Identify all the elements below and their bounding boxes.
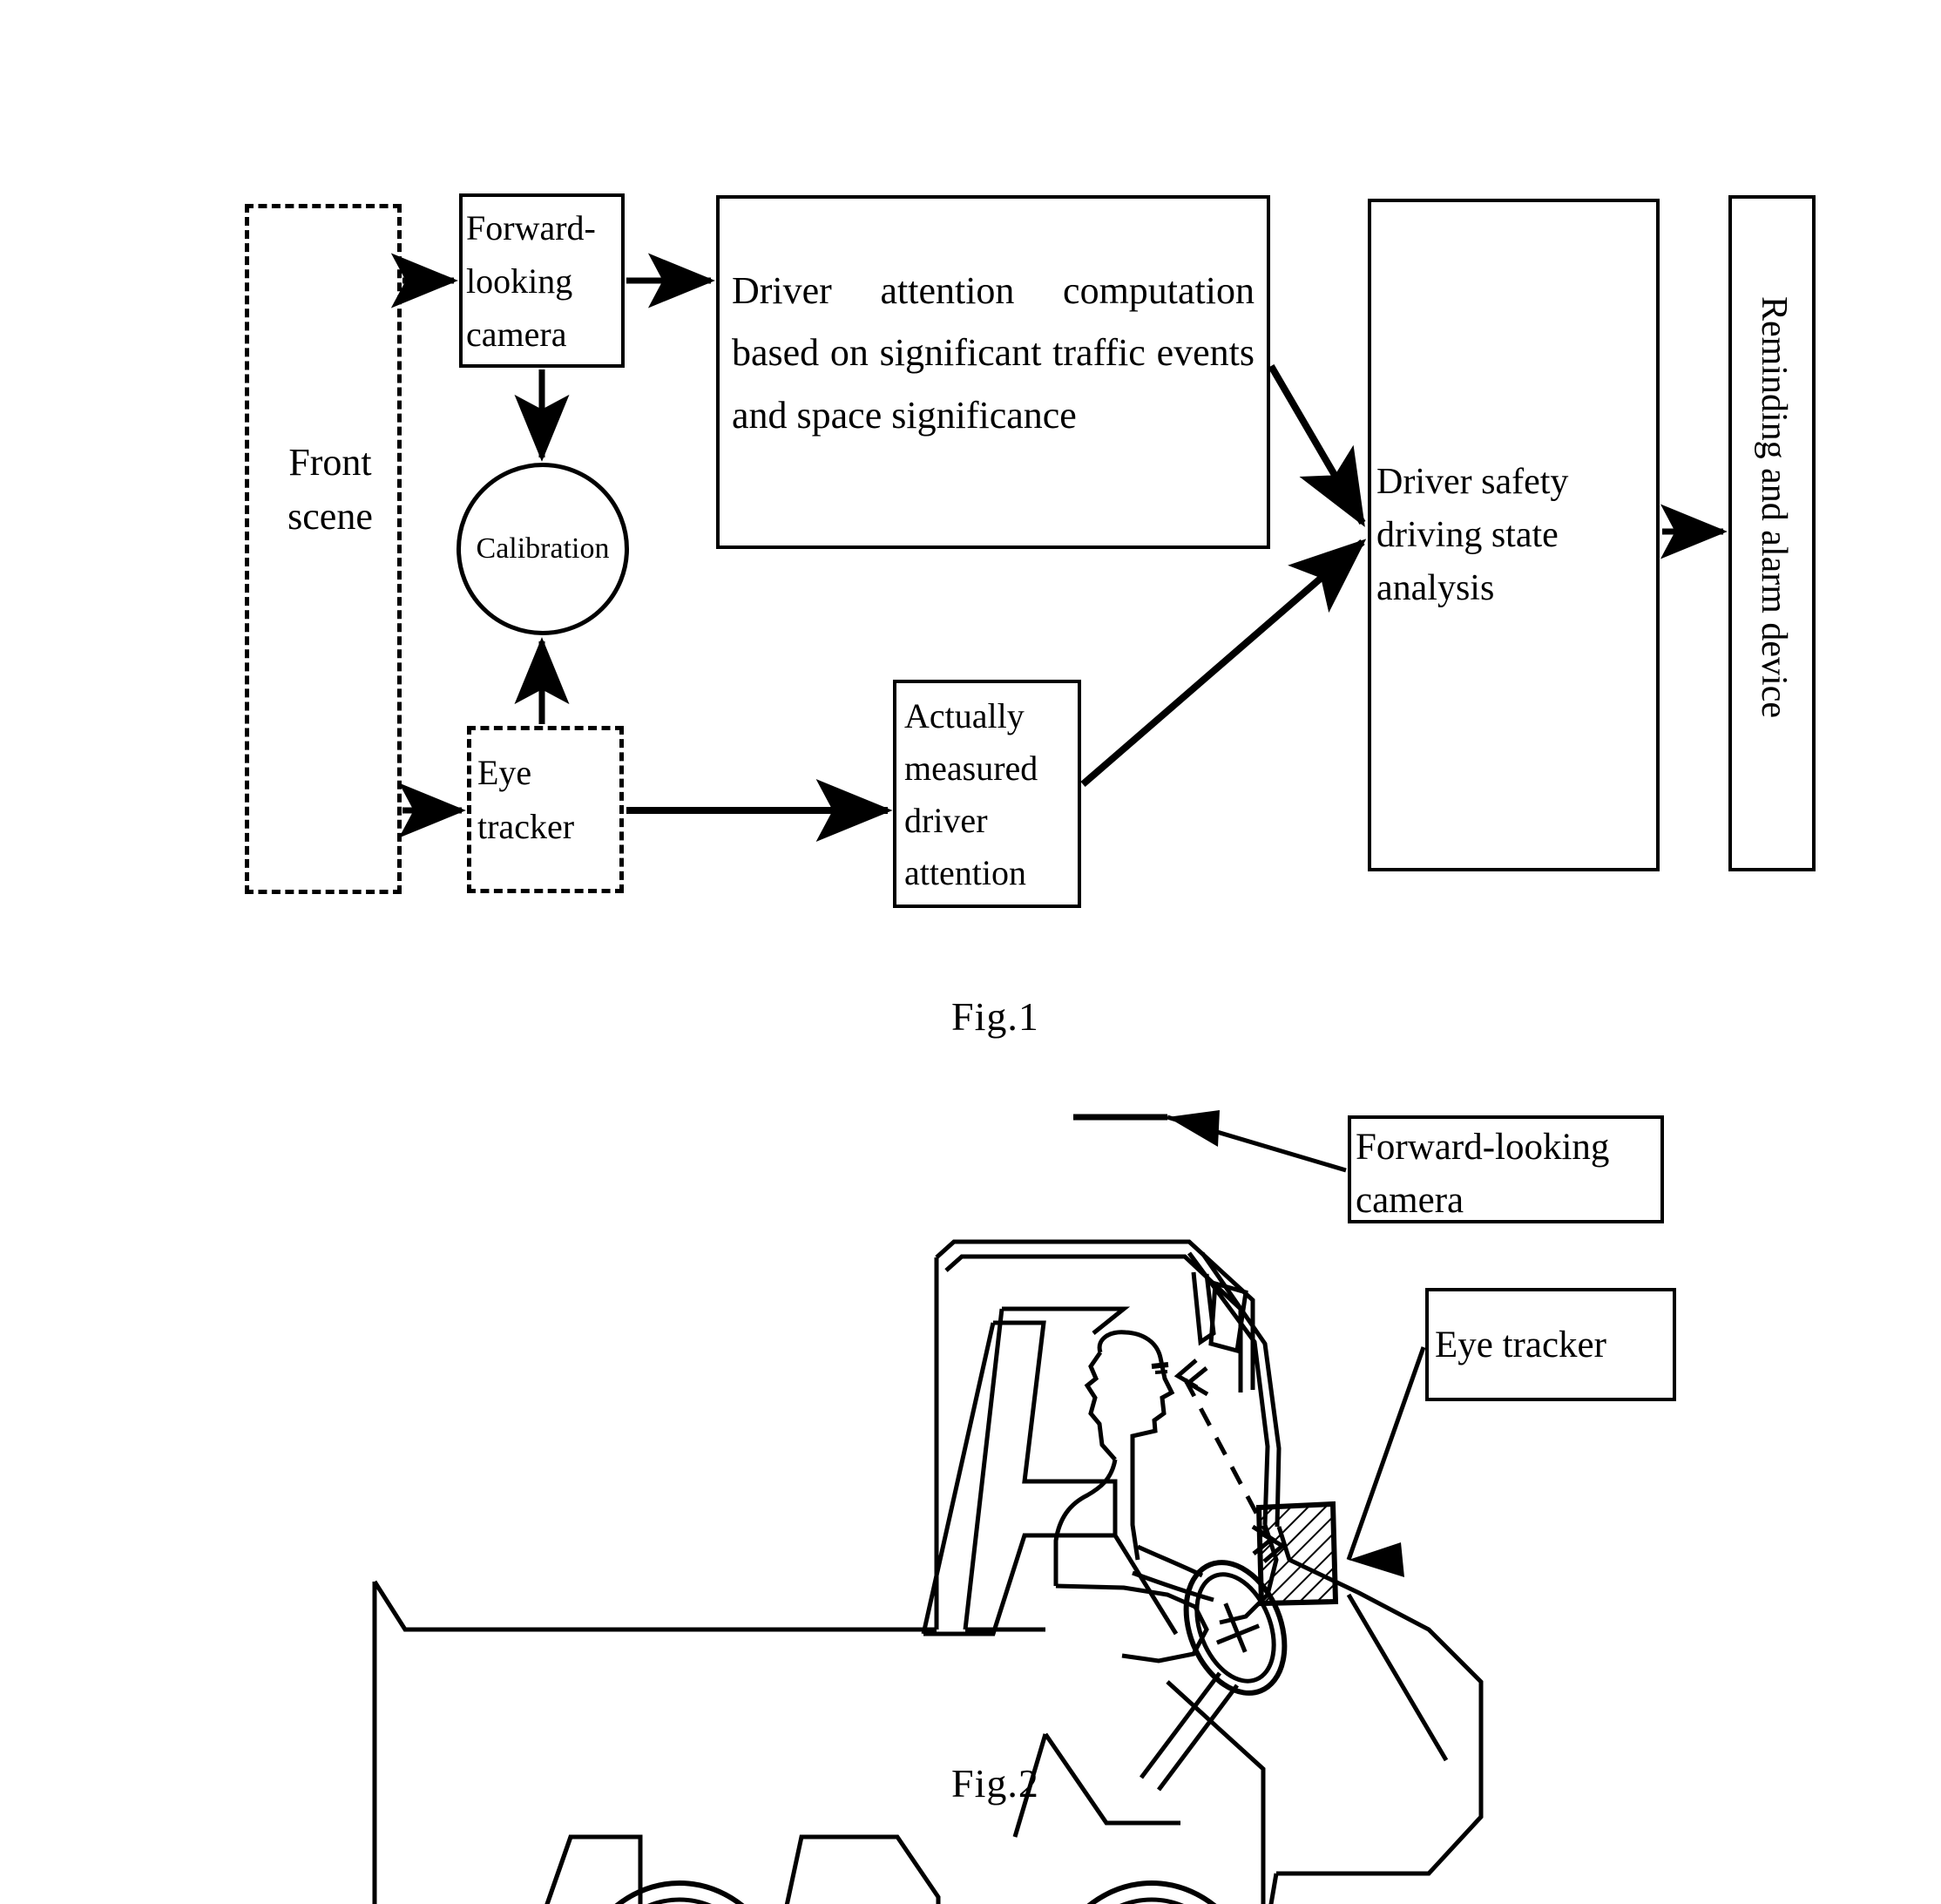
fig1-label-calibration: Calibration <box>476 532 610 565</box>
fig1-block-front-scene <box>245 204 402 894</box>
fig2-callout-label-eye-tracker: Eye tracker <box>1435 1325 1606 1365</box>
fig1-label-front-scene: Front scene <box>287 441 373 538</box>
figure-1: Front scene Forward- looking camera Cali… <box>0 0 1941 1107</box>
fig1-caption: Fig.1 <box>951 994 1039 1039</box>
fig1-block-calibration: Calibration <box>457 463 629 635</box>
fig1-label-eye-tracker: Eye tracker <box>477 753 575 846</box>
fig2-caption: Fig.2 <box>951 1761 1039 1806</box>
fig1-label-measured-attention: Actually measured driver attention <box>904 696 1038 892</box>
fig2-callout-label-forward-camera: Forward-looking camera <box>1356 1127 1610 1222</box>
fig1-label-safety-analysis: Driver safety driving state analysis <box>1376 462 1569 608</box>
fig1-label-attention-computation: Driver attention computation based on si… <box>732 269 1255 437</box>
figure-2: Forward-looking camera Eye tracker Fig.2 <box>0 1072 1941 1904</box>
fig1-label-forward-camera: Forward- looking camera <box>466 208 596 354</box>
fig1-label-alarm-device: Reminding and alarm device <box>1754 296 1794 719</box>
